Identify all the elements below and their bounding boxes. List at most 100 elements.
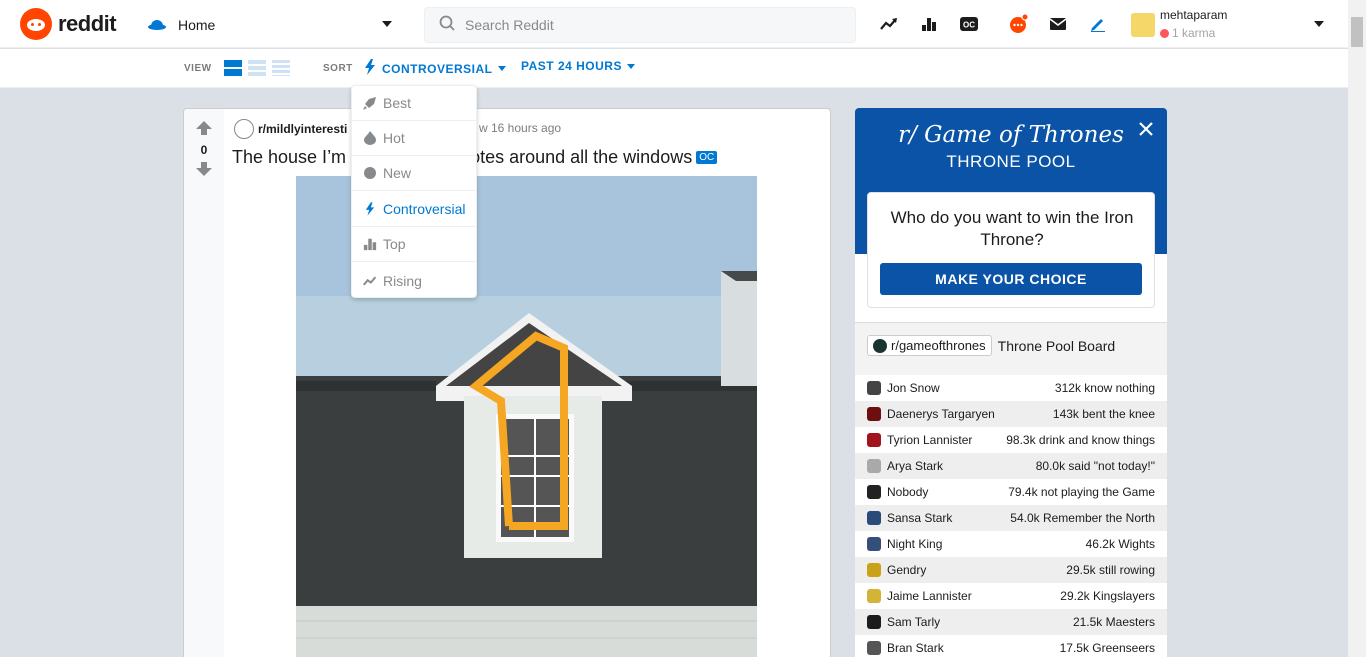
reddit-logo[interactable]: reddit (20, 8, 117, 40)
house-sigil-icon (867, 459, 881, 473)
character-name: Jon Snow (887, 381, 940, 395)
board-row: Nobody 79.4k not playing the Game (855, 479, 1167, 505)
bars-icon (363, 237, 377, 251)
board-row: Bran Stark 17.5k Greenseers (855, 635, 1167, 657)
character-name: Gendry (887, 563, 927, 577)
house-sigil-icon (867, 641, 881, 655)
sort-label: SORT (323, 63, 353, 74)
popular-trend-icon[interactable] (879, 14, 899, 34)
svg-text:OC: OC (963, 21, 975, 30)
character-score: 54.0k Remember the North (1010, 511, 1155, 525)
sort-dropdown-button[interactable]: CONTROVERSIAL (364, 59, 506, 78)
house-sigil-icon (867, 407, 881, 421)
character-score: 143k bent the knee (1052, 407, 1155, 421)
post-card[interactable]: 0 r/mildlyinteresti w 16 hours ago The h… (183, 108, 831, 657)
board-row: Arya Stark 80.0k said "not today!" (855, 453, 1167, 479)
time-filter-value: PAST 24 HOURS (521, 59, 622, 73)
sort-menu: Best Hot New Controversial Top Rising (351, 85, 477, 298)
character-name: Tyrion Lannister (887, 433, 973, 447)
character-name: Daenerys Targaryen (887, 407, 995, 421)
subreddit-tag[interactable]: r/gameofthrones (867, 335, 992, 356)
upvote-arrow-icon[interactable] (196, 121, 212, 140)
board-title: Throne Pool Board (997, 337, 1116, 354)
character-name: Sansa Stark (887, 511, 953, 525)
subreddit-icon[interactable] (234, 119, 254, 139)
board-row: Night King 46.2k Wights (855, 531, 1167, 557)
sparkle-icon (363, 166, 377, 180)
board-row: Jon Snow 312k know nothing (855, 375, 1167, 401)
sort-value: CONTROVERSIAL (382, 61, 493, 76)
board-row: Sam Tarly 21.5k Maesters (855, 609, 1167, 635)
post-meta: r/mildlyinteresti (234, 119, 347, 139)
board-row: Sansa Stark 54.0k Remember the North (855, 505, 1167, 531)
board-row: Jaime Lannister 29.2k Kingslayers (855, 583, 1167, 609)
character-score: 29.5k still rowing (1066, 563, 1155, 577)
board-row: Gendry 29.5k still rowing (855, 557, 1167, 583)
chevron-down-icon (1314, 21, 1324, 27)
view-label: VIEW (184, 63, 212, 74)
card-view-icon[interactable] (224, 60, 242, 76)
sort-option-label: Rising (383, 272, 422, 289)
all-bars-icon[interactable] (919, 14, 939, 34)
character-score: 17.5k Greenseers (1059, 641, 1155, 655)
house-sigil-icon (867, 615, 881, 629)
sort-option-top[interactable]: Top (352, 227, 476, 262)
scrollbar-thumb[interactable] (1351, 17, 1363, 47)
bolt-icon (363, 202, 377, 216)
karma-count: 1 karma (1172, 26, 1216, 40)
chevron-down-icon (382, 21, 392, 27)
widget-question: Who do you want to win the Iron Throne? (890, 208, 1134, 249)
mail-icon[interactable] (1048, 14, 1068, 34)
oc-icon[interactable]: OC (959, 14, 979, 34)
chat-icon[interactable] (1008, 14, 1028, 34)
create-post-pencil-icon[interactable] (1088, 14, 1108, 34)
search-bar[interactable] (424, 7, 856, 43)
character-name: Night King (887, 537, 943, 551)
close-icon[interactable] (1137, 120, 1155, 138)
widget-subtitle: THRONE POOL (946, 152, 1076, 171)
widget-question-card: Who do you want to win the Iron Throne? … (867, 192, 1155, 308)
sort-option-label: New (383, 165, 412, 181)
sort-option-best[interactable]: Best (352, 86, 476, 121)
board-row: Daenerys Targaryen 143k bent the knee (855, 401, 1167, 427)
sort-option-new[interactable]: New (352, 156, 476, 191)
throne-pool-widget: r/ Game of Thrones THRONE POOL Who do yo… (855, 108, 1167, 657)
sort-option-controversial[interactable]: Controversial (352, 192, 476, 227)
logo-text: reddit (58, 11, 117, 36)
house-sigil-icon (867, 563, 881, 577)
sort-bar: VIEW SORT CONTROVERSIAL PAST 24 HOURS (0, 49, 1348, 88)
character-name: Arya Stark (887, 459, 944, 473)
flame-icon (363, 131, 377, 145)
home-dropdown[interactable]: Home (146, 10, 400, 40)
throne-pool-board: r/gameofthrones Throne Pool Board Jon Sn… (855, 322, 1167, 657)
subreddit-link[interactable]: r/mildlyinteresti (258, 122, 347, 136)
home-label: Home (178, 17, 216, 33)
character-name: Nobody (887, 485, 929, 499)
widget-title: r/ Game of Thrones (898, 122, 1124, 148)
board-tag-label: r/gameofthrones (891, 338, 986, 353)
chevron-down-icon (497, 66, 506, 71)
sort-option-rising[interactable]: Rising (352, 263, 476, 298)
search-icon (439, 15, 455, 36)
search-input[interactable] (465, 17, 845, 33)
character-score: 98.3k drink and know things (1006, 433, 1155, 447)
character-score: 21.5k Maesters (1072, 615, 1155, 629)
vote-column: 0 (184, 109, 224, 657)
time-filter-button[interactable]: PAST 24 HOURS (521, 59, 635, 73)
compact-view-icon[interactable] (272, 60, 290, 76)
post-timestamp: w 16 hours ago (479, 121, 562, 135)
house-sigil-icon (867, 511, 881, 525)
sort-option-label: Hot (383, 130, 405, 146)
downvote-arrow-icon[interactable] (196, 162, 212, 181)
sort-option-hot[interactable]: Hot (352, 121, 476, 156)
avatar (1131, 13, 1155, 37)
subreddit-icon (873, 338, 887, 353)
house-sigil-icon (867, 485, 881, 499)
page-scrollbar[interactable] (1348, 0, 1366, 657)
make-your-choice-button[interactable]: MAKE YOUR CHOICE (880, 263, 1142, 295)
sort-option-label: Controversial (383, 201, 466, 217)
classic-view-icon[interactable] (248, 60, 266, 76)
character-name: Sam Tarly (887, 615, 941, 629)
house-sigil-icon (867, 537, 881, 551)
user-menu[interactable]: mehtaparam 1 karma (1128, 6, 1334, 42)
